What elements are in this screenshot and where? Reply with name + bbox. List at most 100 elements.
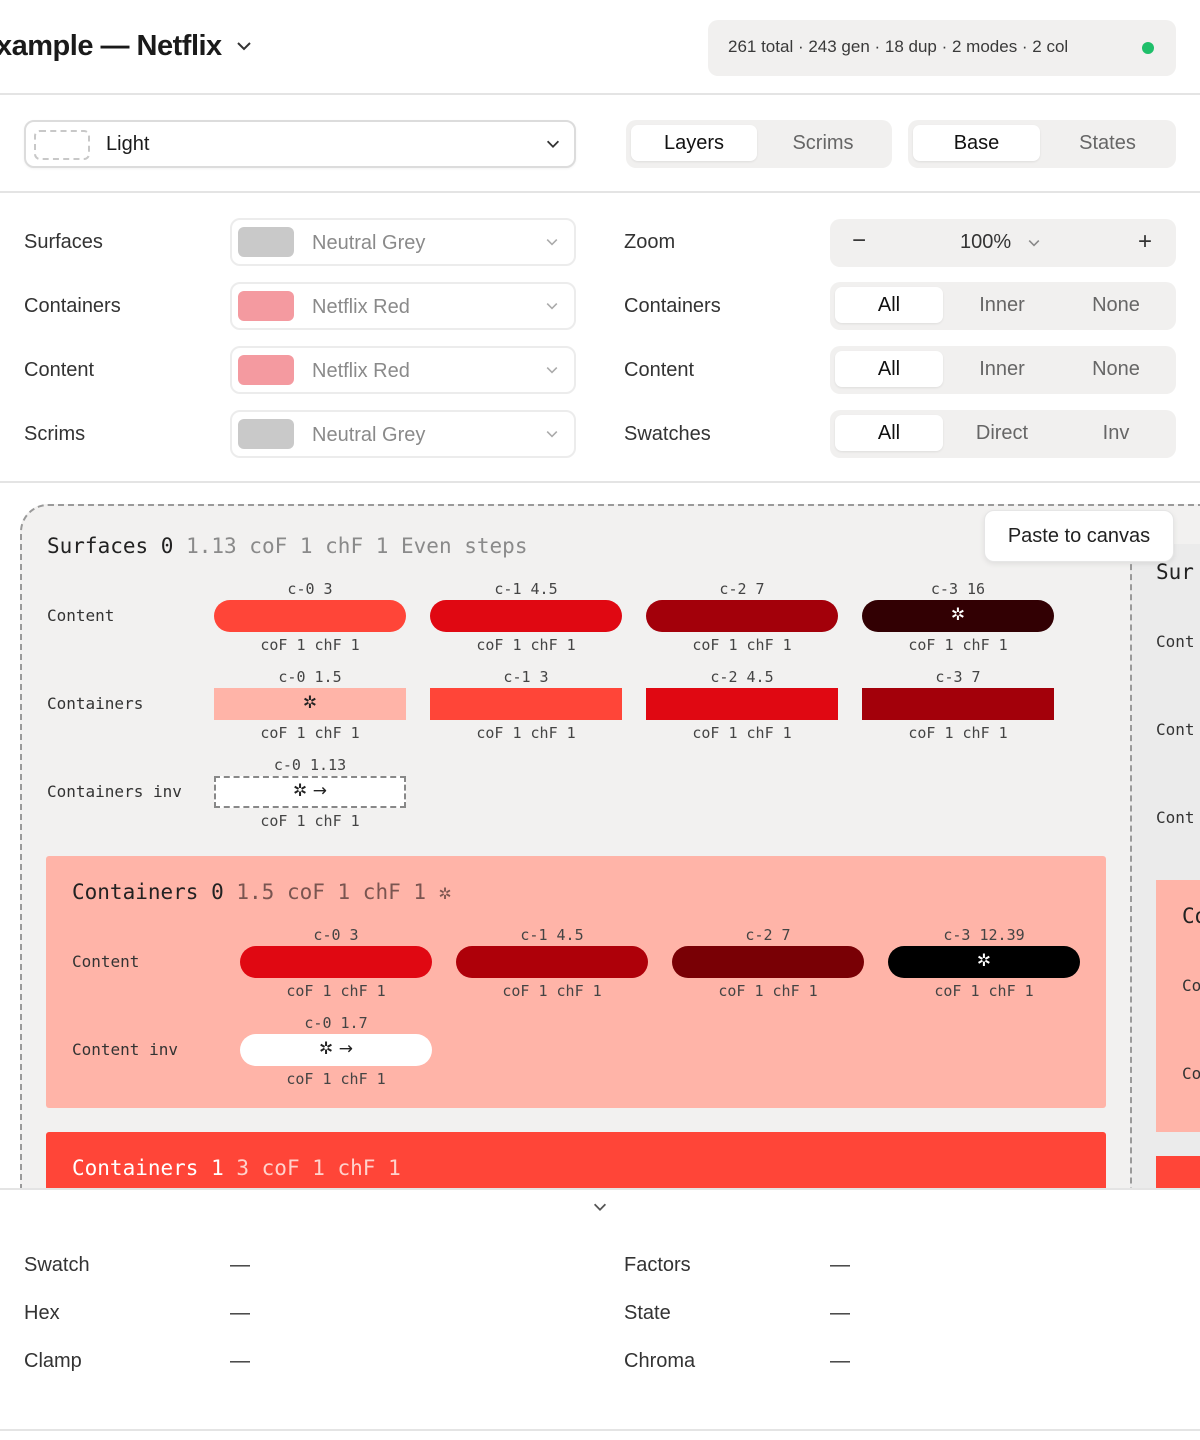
- swatches-option-direct[interactable]: Direct: [948, 415, 1056, 451]
- swatch-rect[interactable]: [430, 688, 622, 720]
- swatch-pill-selected[interactable]: ✲: [862, 600, 1054, 632]
- swatch-rect[interactable]: [646, 688, 838, 720]
- swatches-option-all[interactable]: All: [835, 415, 943, 451]
- swatch-rect[interactable]: [862, 688, 1054, 720]
- content-option-all[interactable]: All: [835, 351, 943, 387]
- containers-0-block[interactable]: Containers 0 1.5 coF 1 chF 1 ✲ Content c…: [46, 856, 1106, 1108]
- surfaces-label: Surfaces: [24, 231, 103, 253]
- containers-filter-control: All Inner None: [830, 282, 1176, 330]
- tab-scrims[interactable]: Scrims: [760, 125, 886, 161]
- swatch-top-label: c-0 1.13: [273, 756, 347, 774]
- row-label-content: Content: [72, 952, 140, 971]
- secondary-containers-block[interactable]: Co Co Co: [1156, 880, 1200, 1132]
- detail-label-state: State: [624, 1302, 671, 1324]
- view-segmented-control: Layers Scrims: [626, 120, 892, 168]
- swatch-bottom-label: coF 1 chF 1: [934, 982, 1034, 1000]
- secondary-row-label: Cont: [1156, 632, 1195, 651]
- containers-1-title: Containers 1 3 coF 1 chF 1: [72, 1156, 401, 1180]
- detail-value-clamp: —: [230, 1350, 250, 1372]
- swatch-top-label: c-2 7: [745, 926, 791, 944]
- surfaces-section-title: Surfaces 0 1.13 coF 1 chF 1 Even steps: [47, 534, 527, 558]
- swatch-pill-selected[interactable]: ✲: [888, 946, 1080, 978]
- tab-layers[interactable]: Layers: [631, 125, 757, 161]
- tab-base[interactable]: Base: [913, 125, 1040, 161]
- swatch-bottom-label: coF 1 chF 1: [908, 724, 1008, 742]
- swatch-pill[interactable]: [672, 946, 864, 978]
- containers-color-select[interactable]: Netflix Red: [230, 282, 576, 330]
- chevron-down-icon: [546, 239, 558, 246]
- swatch-bottom-label: coF 1 chF 1: [260, 636, 360, 654]
- mode-frame-light[interactable]: Surfaces 0 1.13 coF 1 chF 1 Even steps C…: [20, 504, 1200, 1188]
- app-title-dropdown[interactable]: xample — Netflix: [0, 30, 222, 63]
- canvas-viewport[interactable]: Surfaces 0 1.13 coF 1 chF 1 Even steps C…: [0, 484, 1200, 1188]
- detail-label-hex: Hex: [24, 1302, 60, 1324]
- containers-option-none[interactable]: None: [1062, 287, 1170, 323]
- paste-to-canvas-button[interactable]: Paste to canvas: [984, 510, 1174, 562]
- chevron-down-icon: [546, 367, 558, 374]
- surfaces-color-select[interactable]: Neutral Grey: [230, 218, 576, 266]
- chevron-down-icon[interactable]: [234, 36, 254, 56]
- color-swatch: [238, 227, 294, 257]
- swatch-bottom-label: coF 1 chF 1: [286, 1070, 386, 1088]
- mode-frame-secondary[interactable]: Sur Cont Cont Cont Co Co Co: [1130, 544, 1200, 1188]
- detail-value-hex: —: [230, 1302, 250, 1324]
- scrims-color-select[interactable]: Neutral Grey: [230, 410, 576, 458]
- swatch-pill[interactable]: [456, 946, 648, 978]
- chevron-down-icon[interactable]: [1026, 235, 1042, 251]
- swatch-top-label: c-3 7: [935, 668, 981, 686]
- swatch-rect-selected[interactable]: ✲: [214, 688, 406, 720]
- swatch-bottom-label: coF 1 chF 1: [476, 724, 576, 742]
- section-title-meta: 1.13 coF 1 chF 1 Even steps: [186, 534, 528, 558]
- settings-panel: Surfaces Neutral Grey Containers Netflix…: [0, 193, 1200, 483]
- containers-1-block[interactable]: Containers 1 3 coF 1 chF 1: [46, 1132, 1106, 1188]
- swatch-rect-inverse[interactable]: ✲ →: [214, 776, 406, 808]
- mode-select[interactable]: Light: [24, 120, 576, 168]
- zoom-label: Zoom: [624, 231, 676, 253]
- status-indicator-dot: [1142, 42, 1154, 54]
- section-title-main: Surfaces 0: [47, 534, 174, 558]
- detail-value-swatch: —: [230, 1254, 250, 1276]
- swatch-pill[interactable]: [430, 600, 622, 632]
- secondary-containers-1-block[interactable]: [1156, 1156, 1200, 1188]
- swatch-pill-inverse[interactable]: ✲ →: [240, 1034, 432, 1066]
- color-select-value: Netflix Red: [312, 360, 410, 382]
- content-option-inner[interactable]: Inner: [948, 351, 1056, 387]
- swatch-bottom-label: coF 1 chF 1: [286, 982, 386, 1000]
- swatch-bottom-label: coF 1 chF 1: [908, 636, 1008, 654]
- color-swatch: [238, 355, 294, 385]
- swatch-bottom-label: coF 1 chF 1: [692, 724, 792, 742]
- zoom-in-button[interactable]: +: [1138, 228, 1152, 256]
- swatch-bottom-label: coF 1 chF 1: [718, 982, 818, 1000]
- content-color-select[interactable]: Netflix Red: [230, 346, 576, 394]
- tab-states[interactable]: States: [1044, 125, 1171, 161]
- swatches-option-inv[interactable]: Inv: [1062, 415, 1170, 451]
- row-label-content: Content: [47, 606, 115, 625]
- containers-option-inner[interactable]: Inner: [948, 287, 1056, 323]
- swatches-filter-control: All Direct Inv: [830, 410, 1176, 458]
- color-select-value: Neutral Grey: [312, 424, 426, 446]
- chevron-down-icon: [546, 303, 558, 310]
- color-swatch: [238, 419, 294, 449]
- containers-label: Containers: [24, 295, 121, 317]
- swatch-top-label: c-0 1.5: [278, 668, 342, 686]
- secondary-row-label: Cont: [1156, 808, 1195, 827]
- swatch-pill[interactable]: [646, 600, 838, 632]
- swatch-top-label: c-3 16: [930, 580, 986, 598]
- swatch-top-label: c-1 4.5: [494, 580, 558, 598]
- secondary-row-label: Co: [1182, 1064, 1200, 1083]
- swatch-top-label: c-1 3: [503, 668, 549, 686]
- containers-option-all[interactable]: All: [835, 287, 943, 323]
- detail-label-clamp: Clamp: [24, 1350, 82, 1372]
- swatch-pill[interactable]: [214, 600, 406, 632]
- swatch-top-label: c-0 1.7: [304, 1014, 368, 1032]
- detail-value-factors: —: [830, 1254, 850, 1276]
- chevron-down-icon[interactable]: [591, 1198, 609, 1216]
- content-option-none[interactable]: None: [1062, 351, 1170, 387]
- stats-summary: 261 total · 243 gen · 18 dup · 2 modes ·…: [708, 20, 1176, 76]
- swatch-pill[interactable]: [240, 946, 432, 978]
- zoom-out-button[interactable]: −: [852, 227, 866, 255]
- detail-label-swatch: Swatch: [24, 1254, 90, 1276]
- zoom-level-select[interactable]: 100%: [960, 231, 1011, 254]
- scrims-label: Scrims: [24, 423, 86, 445]
- chevron-down-icon: [546, 431, 558, 438]
